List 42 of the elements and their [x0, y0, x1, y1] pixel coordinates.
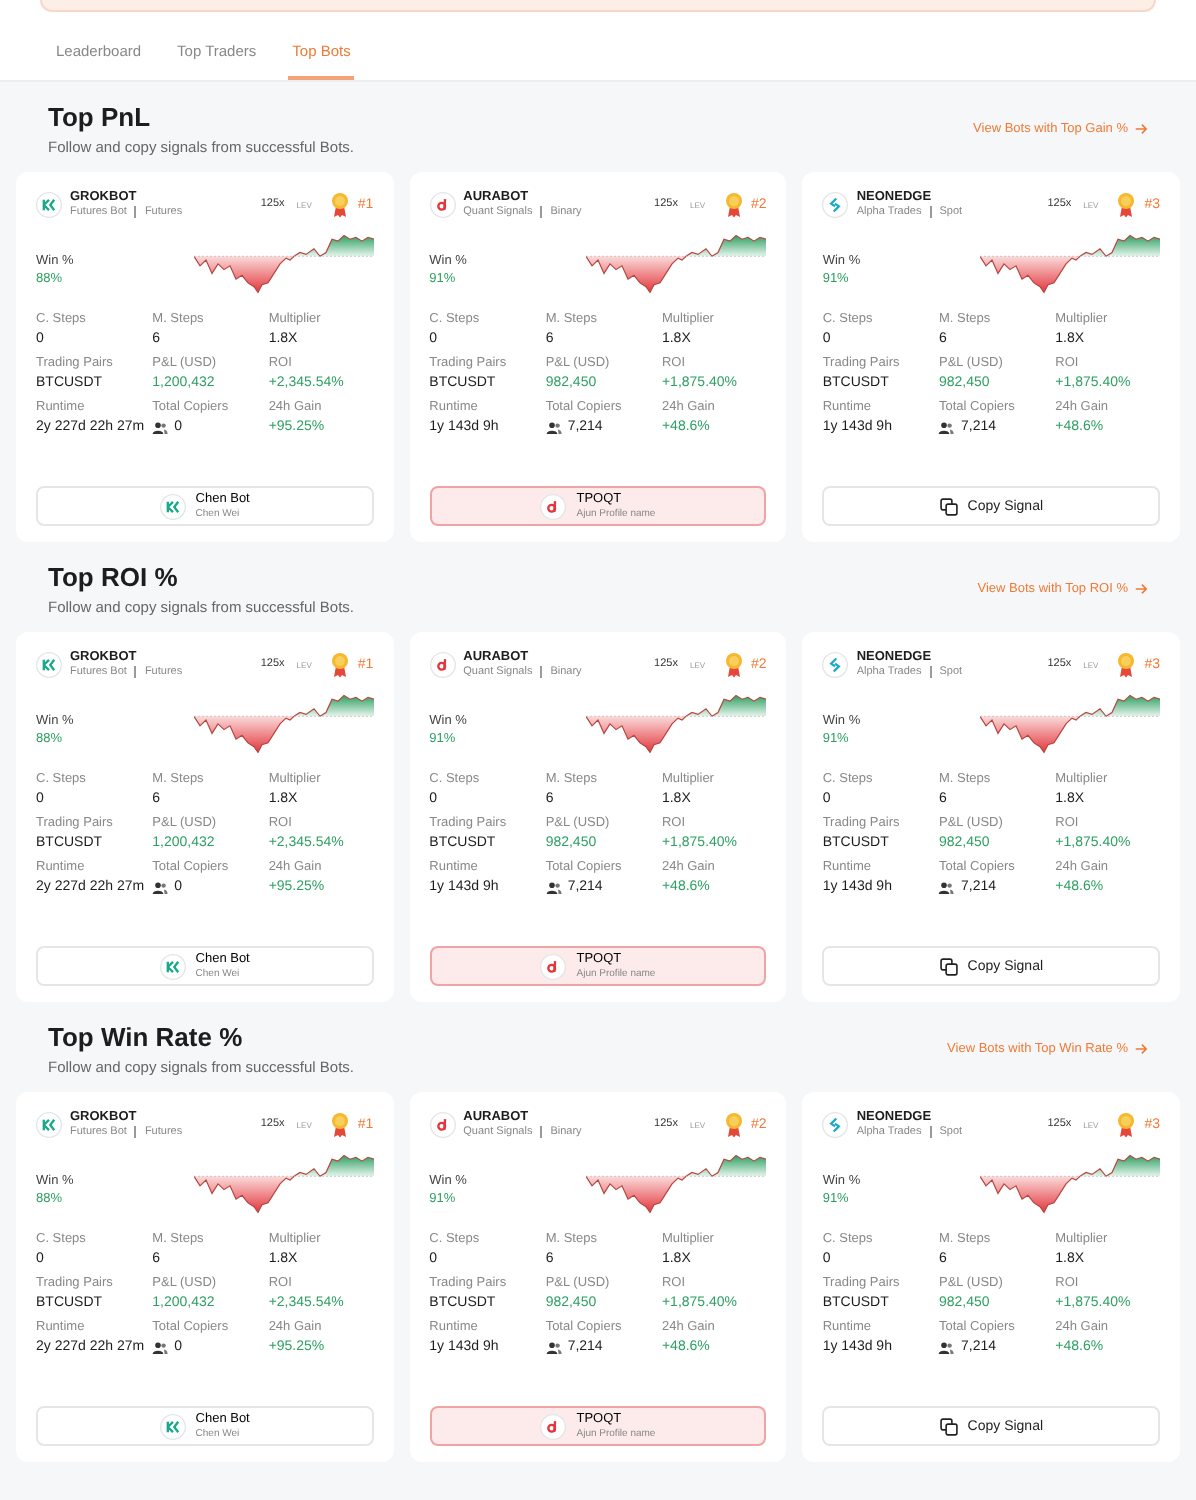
people-icon	[545, 881, 562, 893]
people-icon	[938, 1341, 955, 1353]
section-title: Top Win Rate %	[48, 1022, 245, 1052]
bot-logo-icon	[159, 1413, 186, 1439]
medal-icon	[1116, 651, 1137, 677]
section-title: Top PnL	[48, 102, 153, 132]
bot-logo-icon	[36, 1111, 62, 1137]
bot-logo-icon	[540, 1413, 567, 1439]
bot-logo-icon	[159, 953, 186, 979]
arrow-icon	[1134, 1042, 1148, 1056]
people-icon	[152, 421, 169, 433]
bot-logo-icon	[429, 191, 456, 217]
section-title: Top ROI %	[48, 562, 180, 592]
copy-icon	[939, 1417, 958, 1435]
medal-icon	[723, 651, 744, 677]
copy-icon	[939, 957, 958, 975]
medal-icon	[1116, 191, 1137, 217]
people-icon	[152, 1341, 169, 1353]
arrow-icon	[1134, 582, 1148, 596]
medal-icon	[1116, 1111, 1137, 1137]
bot-logo-icon	[429, 1111, 456, 1137]
medal-icon	[723, 1111, 744, 1137]
bot-logo-icon	[429, 651, 456, 677]
bot-logo-icon	[822, 1111, 849, 1137]
bot-logo-icon	[540, 953, 567, 979]
bot-logo-icon	[540, 493, 567, 519]
bot-logo-icon	[36, 191, 62, 217]
bot-logo-icon	[159, 493, 186, 519]
medal-icon	[329, 651, 350, 677]
medal-icon	[723, 191, 744, 217]
people-icon	[938, 881, 955, 893]
bot-logo-icon	[36, 651, 62, 677]
people-icon	[545, 1341, 562, 1353]
people-icon	[938, 421, 955, 433]
people-icon	[545, 421, 562, 433]
people-icon	[152, 881, 169, 893]
arrow-icon	[1134, 122, 1148, 136]
copy-icon	[939, 497, 958, 515]
bot-logo-icon	[822, 651, 849, 677]
bot-logo-icon	[822, 191, 849, 217]
medal-icon	[329, 1111, 350, 1137]
medal-icon	[329, 191, 350, 217]
